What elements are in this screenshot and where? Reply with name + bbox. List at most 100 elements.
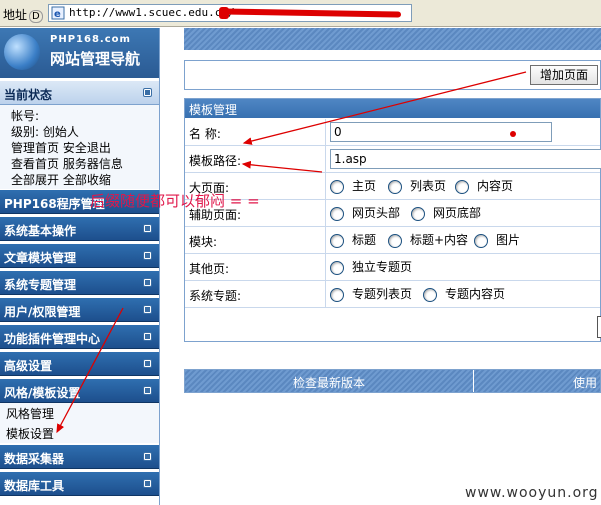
sidebar-section-advanced[interactable]: 高级设置 bbox=[0, 351, 160, 376]
template-path-input[interactable]: 1.asp bbox=[330, 149, 601, 169]
radio-image[interactable]: 图片 bbox=[474, 231, 520, 251]
name-input[interactable]: 0 bbox=[330, 122, 552, 142]
url-field[interactable]: e http://www1.scuec.edu.cn/ bbox=[48, 4, 412, 22]
bottom-bar-divider bbox=[473, 370, 474, 392]
other-page-row: 其他页: 独立专题页 bbox=[185, 254, 600, 281]
expand-icon[interactable] bbox=[143, 305, 152, 314]
radio-button-icon[interactable] bbox=[330, 179, 344, 194]
expand-icon[interactable] bbox=[143, 452, 152, 461]
name-label: 名 称: bbox=[189, 127, 221, 141]
radio-label: 专题列表页 bbox=[352, 287, 413, 301]
expand-icon[interactable] bbox=[143, 332, 152, 341]
sidebar-section-special[interactable]: 系统专题管理 bbox=[0, 270, 160, 295]
row-separator bbox=[325, 173, 326, 199]
sidebar-section-collector[interactable]: 数据采集器 bbox=[0, 444, 160, 469]
radio-special-list[interactable]: 专题列表页 bbox=[330, 285, 412, 305]
red-dot-mark bbox=[510, 131, 516, 137]
radio-button-icon[interactable] bbox=[330, 233, 344, 248]
expand-icon[interactable] bbox=[143, 359, 152, 368]
row-separator bbox=[325, 227, 326, 253]
radio-label: 网页头部 bbox=[352, 206, 401, 220]
radio-special-content[interactable]: 专题内容页 bbox=[423, 285, 505, 305]
address-label: 地址 D bbox=[3, 6, 43, 23]
sidebar-section-database[interactable]: 数据库工具 bbox=[0, 471, 160, 496]
sidebar-section-label: 系统基本操作 bbox=[4, 224, 77, 238]
annotation-text: 后缀随便都可以郁闷 = = bbox=[90, 192, 260, 210]
add-page-button[interactable]: 增加页面 bbox=[530, 65, 598, 85]
module-row: 模块: 标题 标题+内容 图片 bbox=[185, 227, 600, 254]
address-label-key: D bbox=[29, 10, 43, 23]
radio-label: 列表页 bbox=[410, 179, 447, 193]
main-content: 增加页面 模板管理 名 称: 0 模板路径: 1.asp 大页面: 主页 列表页… bbox=[160, 28, 601, 505]
sidebar-section-plugins[interactable]: 功能插件管理中心 bbox=[0, 324, 160, 349]
radio-label: 标题 bbox=[352, 233, 377, 247]
sidebar: PHP168.com 网站管理导航 当前状态 帐号: 级别: 创始人 管理首页 … bbox=[0, 28, 160, 505]
sidebar-section-label: 当前状态 bbox=[4, 88, 53, 102]
view-home-server-info-links[interactable]: 查看首页 服务器信息 bbox=[11, 155, 123, 172]
account-row: 帐号: bbox=[11, 109, 40, 123]
radio-header[interactable]: 网页头部 bbox=[330, 204, 400, 224]
expand-icon[interactable] bbox=[143, 251, 152, 260]
special-row: 系统专题: 专题列表页 专题内容页 bbox=[185, 281, 600, 308]
row-separator bbox=[325, 200, 326, 226]
row-separator bbox=[325, 146, 326, 172]
radio-label: 网页底部 bbox=[433, 206, 482, 220]
sidebar-section-basic[interactable]: 系统基本操作 bbox=[0, 216, 160, 241]
level-row: 级别: 创始人 bbox=[11, 125, 79, 139]
sidebar-section-label: 用户/权限管理 bbox=[4, 305, 81, 319]
radio-footer[interactable]: 网页底部 bbox=[411, 204, 481, 224]
usage-link[interactable]: 使用 bbox=[573, 374, 597, 391]
template-manage-panel: 模板管理 名 称: 0 模板路径: 1.asp 大页面: 主页 列表页 内容页 … bbox=[184, 98, 601, 342]
sidebar-section-status[interactable]: 当前状态 bbox=[0, 80, 160, 105]
sidebar-section-style[interactable]: 风格/模板设置 bbox=[0, 378, 160, 403]
submit-button-edge[interactable] bbox=[597, 316, 601, 338]
expand-icon[interactable] bbox=[143, 224, 152, 233]
path-label: 模板路径: bbox=[189, 154, 242, 168]
radio-button-icon[interactable] bbox=[330, 287, 344, 302]
bottom-bar: 检查最新版本 使用 bbox=[184, 369, 601, 393]
expand-icon[interactable] bbox=[143, 278, 152, 287]
address-bar: 地址 D e http://www1.scuec.edu.cn/ bbox=[0, 0, 601, 27]
other-page-label: 其他页: bbox=[189, 262, 230, 276]
radio-button-icon[interactable] bbox=[388, 179, 402, 194]
radio-title-content[interactable]: 标题+内容 bbox=[388, 231, 468, 251]
radio-button-icon[interactable] bbox=[330, 206, 344, 221]
svg-text:e: e bbox=[54, 9, 61, 20]
sidebar-item-template-settings[interactable]: 模板设置 bbox=[6, 425, 54, 442]
radio-button-icon[interactable] bbox=[330, 260, 344, 275]
check-version-link[interactable]: 检查最新版本 bbox=[293, 374, 365, 391]
radio-title[interactable]: 标题 bbox=[330, 231, 376, 251]
radio-list[interactable]: 列表页 bbox=[388, 177, 446, 197]
module-label: 模块: bbox=[189, 235, 218, 249]
ie-page-icon: e bbox=[51, 6, 65, 20]
sidebar-item-style-manage[interactable]: 风格管理 bbox=[6, 405, 54, 422]
sidebar-section-users[interactable]: 用户/权限管理 bbox=[0, 297, 160, 322]
status-panel: 帐号: 级别: 创始人 管理首页 安全退出 查看首页 服务器信息 全部展开 全部… bbox=[0, 105, 160, 195]
admin-home-logout-links[interactable]: 管理首页 安全退出 bbox=[11, 139, 111, 156]
radio-content[interactable]: 内容页 bbox=[455, 177, 513, 197]
collapse-icon[interactable] bbox=[143, 88, 152, 97]
globe-icon bbox=[4, 34, 40, 70]
radio-label: 标题+内容 bbox=[410, 233, 469, 247]
collapse-icon[interactable] bbox=[143, 386, 152, 395]
radio-button-icon[interactable] bbox=[455, 179, 469, 194]
sidebar-section-label: 风格/模板设置 bbox=[4, 386, 81, 400]
sidebar-section-label: 文章模块管理 bbox=[4, 251, 77, 265]
expand-collapse-all-links[interactable]: 全部展开 全部收缩 bbox=[11, 171, 111, 188]
name-row: 名 称: 0 bbox=[185, 119, 600, 146]
sidebar-section-article[interactable]: 文章模块管理 bbox=[0, 243, 160, 268]
url-text: http://www1.scuec.edu.cn/ bbox=[69, 6, 235, 19]
radio-button-icon[interactable] bbox=[423, 287, 437, 302]
sidebar-section-label: 数据库工具 bbox=[4, 479, 65, 493]
toolbar: 增加页面 bbox=[184, 60, 601, 90]
radio-label: 内容页 bbox=[477, 179, 514, 193]
expand-icon[interactable] bbox=[143, 479, 152, 488]
logo-title: 网站管理导航 bbox=[50, 50, 141, 68]
special-label: 系统专题: bbox=[189, 289, 242, 303]
radio-button-icon[interactable] bbox=[474, 233, 488, 248]
radio-standalone-special[interactable]: 独立专题页 bbox=[330, 258, 412, 278]
radio-button-icon[interactable] bbox=[411, 206, 425, 221]
logo-brand: PHP168.com bbox=[50, 34, 131, 45]
radio-home[interactable]: 主页 bbox=[330, 177, 376, 197]
radio-button-icon[interactable] bbox=[388, 233, 402, 248]
